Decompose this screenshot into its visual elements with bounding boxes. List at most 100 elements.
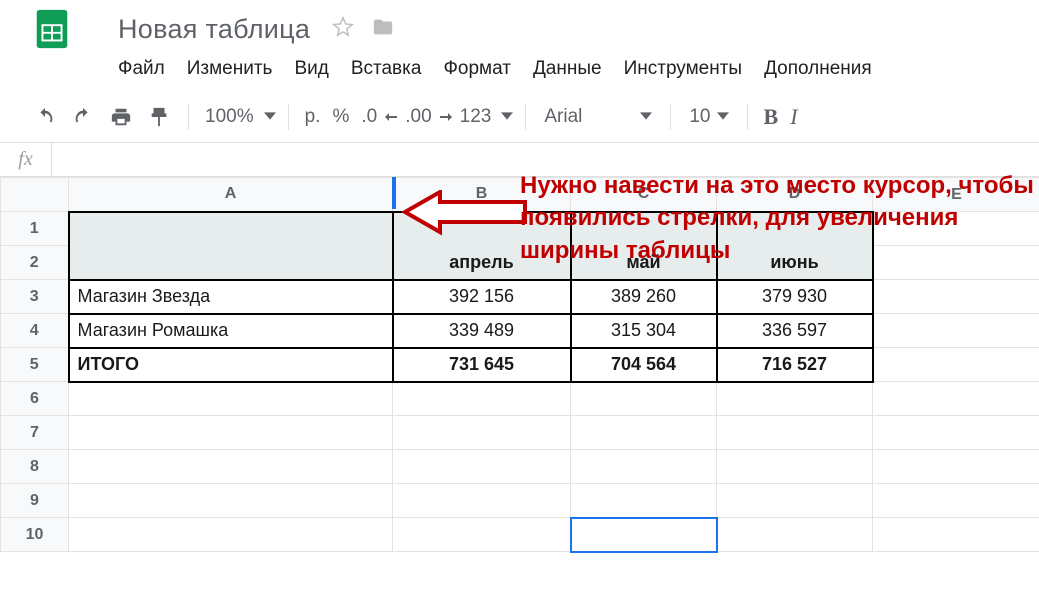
increase-decimal-button[interactable]: .00: [401, 104, 451, 130]
colhead-e[interactable]: E: [873, 178, 1039, 212]
cell-d8[interactable]: [717, 450, 873, 484]
cell-b1[interactable]: апрель: [393, 212, 571, 280]
rowhead-6[interactable]: 6: [1, 382, 69, 416]
separator: [188, 104, 189, 130]
cell-c7[interactable]: [571, 416, 717, 450]
menu-format[interactable]: Формат: [443, 58, 511, 80]
cell-c10-active[interactable]: [571, 518, 717, 552]
cell-e10[interactable]: [873, 518, 1039, 552]
bold-button[interactable]: B: [760, 102, 783, 132]
undo-icon[interactable]: [28, 102, 62, 132]
rowhead-8[interactable]: 8: [1, 450, 69, 484]
font-family-select[interactable]: Arial: [538, 106, 658, 128]
cell-b7[interactable]: [393, 416, 571, 450]
cell-b3[interactable]: 392 156: [393, 280, 571, 314]
colhead-a[interactable]: A: [69, 178, 393, 212]
print-icon[interactable]: [104, 102, 138, 132]
cell-e9[interactable]: [873, 484, 1039, 518]
chevron-down-icon: [638, 106, 652, 128]
separator: [288, 104, 289, 130]
cell-d3[interactable]: 379 930: [717, 280, 873, 314]
cell-c9[interactable]: [571, 484, 717, 518]
menu-addons[interactable]: Дополнения: [764, 58, 872, 80]
cell-e6[interactable]: [873, 382, 1039, 416]
document-title[interactable]: Новая таблица: [118, 14, 310, 45]
cell-a6[interactable]: [69, 382, 393, 416]
rowhead-1[interactable]: 1: [1, 212, 69, 246]
cell-e3[interactable]: [873, 280, 1039, 314]
rowhead-10[interactable]: 10: [1, 518, 69, 552]
cell-d4[interactable]: 336 597: [717, 314, 873, 348]
redo-icon[interactable]: [66, 102, 100, 132]
menu-view[interactable]: Вид: [294, 58, 328, 80]
cell-a3[interactable]: Магазин Звезда: [69, 280, 393, 314]
cell-e2[interactable]: [873, 246, 1039, 280]
cell-a8[interactable]: [69, 450, 393, 484]
cell-e1[interactable]: [873, 212, 1039, 246]
chevron-down-icon: [262, 106, 276, 128]
menu-insert[interactable]: Вставка: [351, 58, 422, 80]
menu-bar: Файл Изменить Вид Вставка Формат Данные …: [0, 48, 1039, 91]
cell-a1[interactable]: [69, 212, 393, 280]
table-row: 1 апрель май июнь: [1, 212, 1039, 246]
spreadsheet-grid[interactable]: A B C D E 1 апрель май июнь 2 3 Магазин …: [0, 177, 1039, 552]
cell-c8[interactable]: [571, 450, 717, 484]
cell-d10[interactable]: [717, 518, 873, 552]
rowhead-5[interactable]: 5: [1, 348, 69, 382]
cell-d7[interactable]: [717, 416, 873, 450]
cell-d9[interactable]: [717, 484, 873, 518]
cell-b6[interactable]: [393, 382, 571, 416]
cell-c5[interactable]: 704 564: [571, 348, 717, 382]
cell-c4[interactable]: 315 304: [571, 314, 717, 348]
separator: [670, 104, 671, 130]
percent-format-button[interactable]: %: [328, 104, 353, 130]
colhead-b[interactable]: B: [393, 178, 571, 212]
star-icon[interactable]: [332, 16, 354, 43]
colhead-c[interactable]: C: [571, 178, 717, 212]
cell-d6[interactable]: [717, 382, 873, 416]
italic-button[interactable]: I: [786, 102, 801, 132]
cell-a4[interactable]: Магазин Ромашка: [69, 314, 393, 348]
paint-format-icon[interactable]: [142, 102, 176, 132]
cell-b10[interactable]: [393, 518, 571, 552]
font-size-select[interactable]: 10: [683, 106, 734, 128]
rowhead-3[interactable]: 3: [1, 280, 69, 314]
sheets-logo-icon[interactable]: [30, 7, 74, 51]
folder-icon[interactable]: [372, 16, 394, 43]
cell-a9[interactable]: [69, 484, 393, 518]
arrow-right-icon: [440, 112, 452, 122]
cell-d5[interactable]: 716 527: [717, 348, 873, 382]
number-format-select[interactable]: 123: [456, 104, 514, 130]
currency-format-button[interactable]: р.: [301, 104, 325, 130]
cell-c3[interactable]: 389 260: [571, 280, 717, 314]
cell-b9[interactable]: [393, 484, 571, 518]
menu-data[interactable]: Данные: [533, 58, 602, 80]
cell-e4[interactable]: [873, 314, 1039, 348]
rowhead-4[interactable]: 4: [1, 314, 69, 348]
rowhead-9[interactable]: 9: [1, 484, 69, 518]
cell-c6[interactable]: [571, 382, 717, 416]
cell-e5[interactable]: [873, 348, 1039, 382]
rowhead-7[interactable]: 7: [1, 416, 69, 450]
menu-edit[interactable]: Изменить: [187, 58, 273, 80]
cell-c1[interactable]: май: [571, 212, 717, 280]
column-resize-handle[interactable]: [392, 177, 396, 209]
cell-e7[interactable]: [873, 416, 1039, 450]
cell-a10[interactable]: [69, 518, 393, 552]
cell-b5[interactable]: 731 645: [393, 348, 571, 382]
table-row: 8: [1, 450, 1039, 484]
cell-b8[interactable]: [393, 450, 571, 484]
zoom-select[interactable]: 100%: [201, 104, 276, 130]
cell-d1[interactable]: июнь: [717, 212, 873, 280]
colhead-d[interactable]: D: [717, 178, 873, 212]
select-all-corner[interactable]: [1, 178, 69, 212]
cell-a7[interactable]: [69, 416, 393, 450]
decrease-decimal-button[interactable]: .0: [357, 104, 397, 130]
table-row: 4 Магазин Ромашка 339 489 315 304 336 59…: [1, 314, 1039, 348]
cell-b4[interactable]: 339 489: [393, 314, 571, 348]
rowhead-2[interactable]: 2: [1, 246, 69, 280]
cell-e8[interactable]: [873, 450, 1039, 484]
cell-a5[interactable]: ИТОГО: [69, 348, 393, 382]
menu-tools[interactable]: Инструменты: [624, 58, 742, 80]
menu-file[interactable]: Файл: [118, 58, 165, 80]
